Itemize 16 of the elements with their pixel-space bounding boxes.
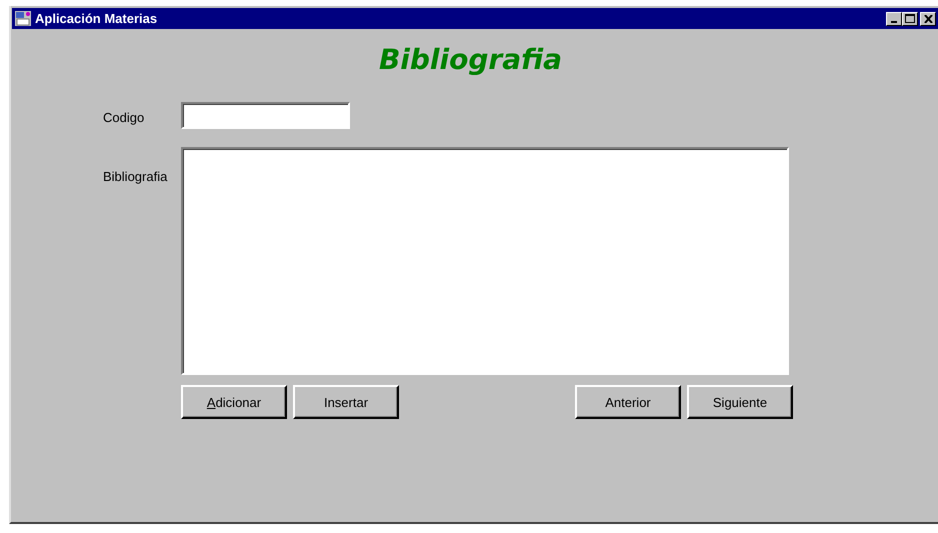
close-button[interactable] xyxy=(920,12,936,26)
window-title: Aplicación Materias xyxy=(35,11,158,26)
maximize-button[interactable] xyxy=(902,12,918,26)
close-icon xyxy=(924,14,932,22)
app-icon xyxy=(15,11,31,26)
field-label: Codigo xyxy=(102,109,146,125)
input-field[interactable] xyxy=(181,102,350,129)
field-label: Bibliografia xyxy=(102,168,168,184)
form-button[interactable]: Anterior xyxy=(575,385,681,419)
maximize-icon xyxy=(905,14,915,23)
minimize-button[interactable] xyxy=(886,12,902,26)
page-heading: Bibliografia xyxy=(378,43,564,76)
minimize-icon xyxy=(891,20,897,22)
form-button[interactable]: Insertar xyxy=(293,385,399,419)
form-button[interactable]: Siguiente xyxy=(687,385,793,419)
form-button[interactable]: Adicionar xyxy=(181,385,287,419)
